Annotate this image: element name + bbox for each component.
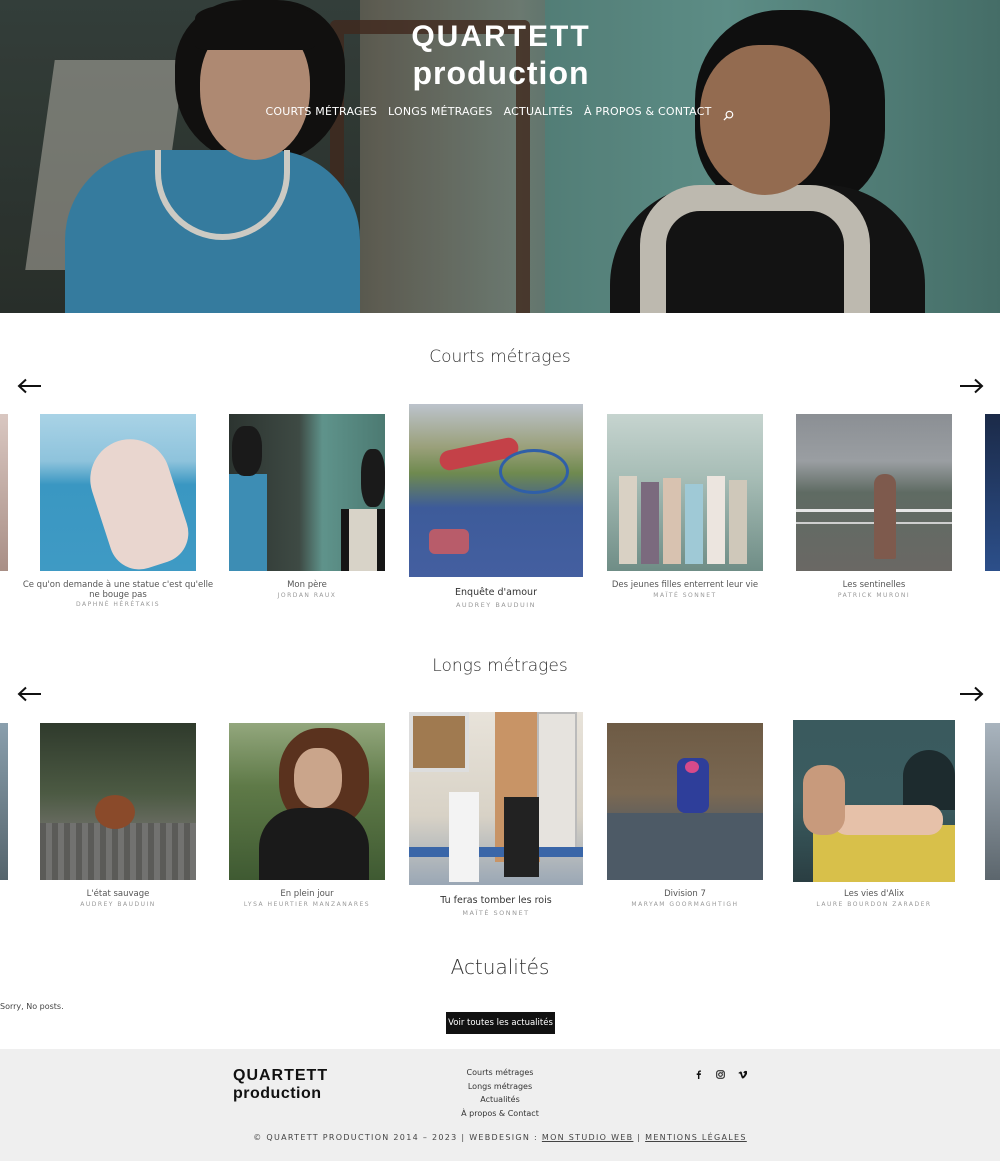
footer-link-apropos[interactable]: À propos & Contact: [440, 1107, 560, 1121]
footer-link-actualites[interactable]: Actualités: [440, 1093, 560, 1107]
nav-courts-metrages[interactable]: COURTS MÉTRAGES: [265, 105, 377, 118]
footer-link-longs[interactable]: Longs métrages: [440, 1080, 560, 1094]
film-author: LAURE BOURDON ZARADER: [816, 901, 932, 908]
longs-prev-peek[interactable]: [0, 723, 8, 880]
film-card[interactable]: En plein jour LYSA HEURTIER MANZANARES: [229, 723, 385, 923]
film-thumbnail[interactable]: [40, 723, 196, 880]
footer-logo[interactable]: QUARTETT production: [233, 1067, 329, 1103]
hero-banner: QUARTETT production COURTS MÉTRAGES LONG…: [0, 0, 1000, 313]
film-author: MAÏTÉ SONNET: [462, 909, 530, 917]
logo-line2: production: [412, 55, 590, 91]
film-thumbnail[interactable]: [409, 404, 583, 577]
logo-line1: QUARTETT: [411, 20, 591, 53]
film-thumbnail[interactable]: [796, 414, 952, 571]
courts-prev-arrow[interactable]: [17, 378, 43, 394]
nav-actualites[interactable]: ACTUALITÉS: [504, 105, 573, 118]
main-nav: COURTS MÉTRAGES LONGS MÉTRAGES ACTUALITÉ…: [0, 105, 1000, 121]
film-author: MARYAM GOORMAGHTIGH: [631, 901, 739, 908]
film-thumbnail[interactable]: [607, 414, 763, 571]
all-news-button[interactable]: Voir toutes les actualités: [446, 1012, 555, 1034]
film-title[interactable]: Division 7: [587, 889, 783, 899]
film-author: DAPHNÉ HÉRÉTAKIS: [75, 601, 160, 608]
site-logo[interactable]: QUARTETT production: [405, 20, 597, 92]
footer-logo-line1: QUARTETT: [233, 1067, 329, 1084]
nav-a-propos-contact[interactable]: À PROPOS & CONTACT: [584, 105, 712, 118]
copyright-separator: |: [633, 1133, 646, 1142]
no-posts-message: Sorry, No posts.: [0, 1002, 64, 1011]
film-thumbnail[interactable]: [229, 414, 385, 571]
film-author: AUDREY BAUDUIN: [455, 601, 537, 609]
film-title[interactable]: Les vies d'Alix: [773, 889, 975, 899]
film-card-featured[interactable]: Tu feras tomber les rois MAÏTÉ SONNET: [409, 712, 583, 922]
film-card[interactable]: Les sentinelles PATRICK MURONI: [796, 414, 952, 614]
film-card[interactable]: L'état sauvage AUDREY BAUDUIN: [40, 723, 196, 923]
film-card[interactable]: Des jeunes filles enterrent leur vie MAÏ…: [607, 414, 763, 614]
copyright: © QUARTETT PRODUCTION 2014 – 2023 | WEBD…: [0, 1133, 1000, 1142]
courts-next-peek[interactable]: [985, 414, 1000, 571]
film-author: MAÏTÉ SONNET: [653, 592, 717, 599]
longs-section-title: Longs métrages: [432, 656, 568, 676]
studio-link[interactable]: MON STUDIO WEB: [542, 1133, 634, 1142]
site-footer: QUARTETT production Courts métrages Long…: [0, 1049, 1000, 1161]
footer-links: Courts métrages Longs métrages Actualité…: [440, 1066, 560, 1120]
footer-logo-line2: production: [233, 1085, 322, 1102]
film-title[interactable]: Des jeunes filles enterrent leur vie: [587, 580, 783, 590]
film-title[interactable]: Mon père: [209, 580, 405, 590]
courts-prev-peek[interactable]: [0, 414, 8, 571]
film-title[interactable]: En plein jour: [209, 889, 405, 899]
film-thumbnail[interactable]: [607, 723, 763, 880]
courts-section-title: Courts métrages: [429, 347, 571, 367]
film-author: JORDAN RAUX: [277, 592, 337, 599]
longs-next-peek[interactable]: [985, 723, 1000, 880]
copyright-text: © QUARTETT PRODUCTION 2014 – 2023 | WEBD…: [253, 1133, 542, 1142]
longs-next-arrow[interactable]: [958, 686, 984, 702]
film-card[interactable]: Les vies d'Alix LAURE BOURDON ZARADER: [793, 720, 955, 920]
film-author: LYSA HEURTIER MANZANARES: [243, 901, 371, 908]
search-icon[interactable]: [722, 106, 735, 121]
facebook-icon[interactable]: [692, 1068, 704, 1080]
news-section-title: Actualités: [450, 955, 550, 979]
film-thumbnail[interactable]: [409, 712, 583, 885]
legal-link[interactable]: MENTIONS LÉGALES: [645, 1133, 747, 1142]
film-title[interactable]: Ce qu'on demande à une statue c'est qu'e…: [20, 580, 216, 600]
film-card[interactable]: Mon père JORDAN RAUX: [229, 414, 385, 614]
film-card[interactable]: Ce qu'on demande à une statue c'est qu'e…: [23, 414, 213, 614]
film-title[interactable]: Tu feras tomber les rois: [389, 896, 603, 906]
film-author: AUDREY BAUDUIN: [80, 901, 156, 908]
film-thumbnail[interactable]: [40, 414, 196, 571]
film-author: PATRICK MURONI: [837, 592, 911, 599]
footer-link-courts[interactable]: Courts métrages: [440, 1066, 560, 1080]
film-card[interactable]: Division 7 MARYAM GOORMAGHTIGH: [607, 723, 763, 923]
film-title[interactable]: L'état sauvage: [20, 889, 216, 899]
film-title[interactable]: Les sentinelles: [776, 580, 972, 590]
film-title[interactable]: Enquête d'amour: [389, 588, 603, 598]
social-links: [692, 1068, 748, 1080]
longs-prev-arrow[interactable]: [17, 686, 43, 702]
film-thumbnail[interactable]: [793, 720, 955, 882]
film-card-featured[interactable]: Enquête d'amour AUDREY BAUDUIN: [409, 404, 583, 614]
instagram-icon[interactable]: [714, 1068, 726, 1080]
nav-longs-metrages[interactable]: LONGS MÉTRAGES: [388, 105, 493, 118]
courts-next-arrow[interactable]: [958, 378, 984, 394]
film-thumbnail[interactable]: [229, 723, 385, 880]
vimeo-icon[interactable]: [736, 1068, 748, 1080]
